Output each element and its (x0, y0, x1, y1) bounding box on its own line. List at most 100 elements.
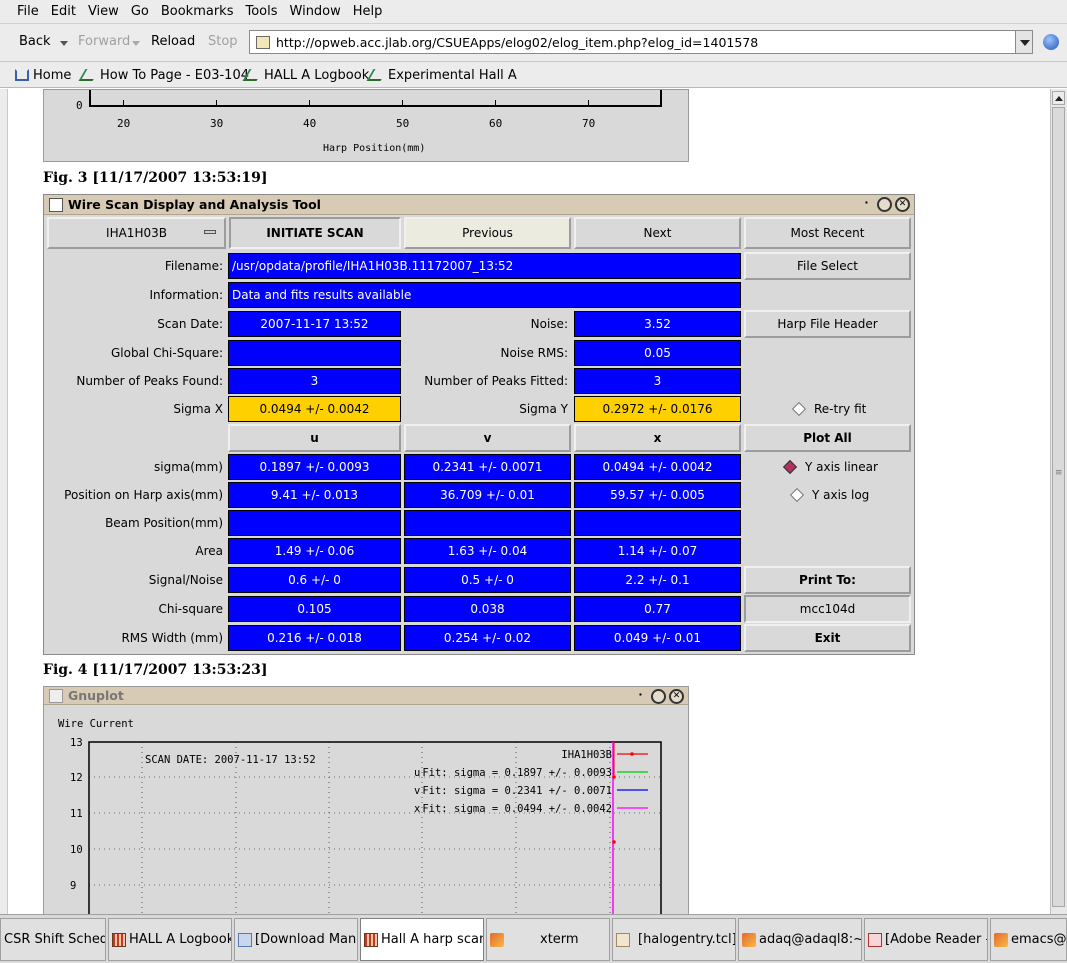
column-x-header[interactable]: x (574, 424, 741, 452)
peaks-found-label: Number of Peaks Found: (76, 374, 223, 388)
menu-go[interactable]: Go (131, 4, 149, 19)
menu-edit[interactable]: Edit (51, 4, 76, 19)
y-axis-linear-radio[interactable]: Y axis linear (781, 454, 911, 480)
window-menu-icon[interactable] (49, 689, 63, 703)
cell-beam-u (228, 510, 401, 536)
option-menu-indicator-icon (204, 230, 216, 234)
menu-tools[interactable]: Tools (245, 4, 277, 19)
cell-sigma-v: 0.2341 +/- 0.0071 (404, 454, 571, 480)
taskbar-item-download-manager[interactable]: [Download Manag (234, 918, 358, 961)
taskbar-item-adaq-terminal[interactable]: adaq@adaql8:~/e (738, 918, 862, 961)
taskbar-label: Hall A harp scans (381, 932, 484, 947)
y-tick-label: 11 (70, 808, 83, 820)
taskbar-label: adaq@adaql8:~/e (759, 932, 861, 947)
minimize-icon[interactable]: · (859, 197, 874, 212)
bookmark-experimental-hall-a[interactable]: Experimental Hall A (366, 68, 517, 83)
window-titlebar[interactable]: Wire Scan Display and Analysis Tool · ✕ (44, 195, 914, 215)
bookmark-home[interactable]: Home (15, 68, 71, 83)
address-bar[interactable]: http://opweb.acc.jlab.org/CSUEApps/elog0… (249, 30, 1017, 54)
taskbar-label: emacs@a (1011, 932, 1067, 947)
taskbar-label: HALL A Logbook (129, 932, 232, 947)
gnuplot-titlebar[interactable]: Gnuplot · ✕ (44, 687, 688, 705)
taskbar-item-adobe-reader[interactable]: [Adobe Reader - ( (864, 918, 988, 961)
scan-date-label: Scan Date: (157, 317, 223, 331)
bookmark-label: How To Page - E03-104 (100, 68, 249, 83)
y-axis-label: Wire Current (58, 718, 134, 730)
taskbar-item-harp-scans[interactable]: Hall A harp scans (360, 918, 484, 961)
menu-file[interactable]: File (17, 4, 39, 19)
sigma-y-label: Sigma Y (519, 402, 568, 416)
cell-chi-x: 0.77 (574, 596, 741, 622)
y-axis-log-radio[interactable]: Y axis log (788, 482, 911, 508)
menu-view[interactable]: View (88, 4, 119, 19)
legend-key-x: x (414, 803, 420, 815)
printer-name-field[interactable]: mcc104d (744, 595, 911, 623)
cell-rms-v: 0.254 +/- 0.02 (404, 625, 571, 651)
pdf-icon (868, 932, 882, 947)
x-tick-label: 70 (582, 117, 596, 130)
x-tick-label: 60 (489, 117, 503, 130)
taskbar: CSR Shift Schedu HALL A Logbook [Downloa… (0, 914, 1067, 963)
most-recent-button[interactable]: Most Recent (744, 217, 911, 249)
back-button[interactable]: Back (19, 34, 51, 49)
cell-rms-x: 0.049 +/- 0.01 (574, 625, 741, 651)
next-button[interactable]: Next (574, 217, 741, 249)
scrollbar-thumb[interactable] (1052, 107, 1065, 907)
taskbar-item-csr-shift[interactable]: CSR Shift Schedu (0, 918, 106, 961)
exit-button[interactable]: Exit (744, 624, 911, 652)
y-axis-linear-label: Y axis linear (805, 460, 878, 474)
menu-bookmarks[interactable]: Bookmarks (161, 4, 234, 19)
close-icon[interactable]: ✕ (895, 197, 910, 212)
url-history-dropdown-icon[interactable] (1015, 30, 1033, 54)
retry-fit-radio[interactable]: Re-try fit (790, 396, 910, 422)
x-tick (216, 100, 217, 105)
back-dropdown-icon[interactable] (60, 41, 68, 46)
bookmark-hall-a-logbook[interactable]: HALL A Logbook (242, 68, 369, 83)
forward-button[interactable]: Forward (78, 34, 130, 49)
y-tick-label: 13 (70, 737, 83, 749)
harp-file-header-button[interactable]: Harp File Header (744, 310, 911, 338)
close-icon[interactable]: ✕ (669, 689, 684, 704)
print-to-button[interactable]: Print To: (744, 566, 911, 594)
reload-button[interactable]: Reload (151, 34, 195, 49)
bookmark-how-to[interactable]: How To Page - E03-104 (78, 68, 249, 83)
minimize-icon[interactable]: · (633, 689, 648, 704)
taskbar-item-halogentry[interactable]: [halogentry.tcl] (612, 918, 736, 961)
row-label-sigma: sigma(mm) (154, 460, 223, 474)
previous-button[interactable]: Previous (404, 217, 571, 249)
url-text[interactable]: http://opweb.acc.jlab.org/CSUEApps/elog0… (276, 35, 758, 50)
stop-button[interactable]: Stop (208, 34, 238, 49)
site-icon (256, 36, 270, 49)
filename-field[interactable]: /usr/opdata/profile/IHA1H03B.11172007_13… (228, 253, 741, 279)
gnuplot-window: Gnuplot · ✕ Wire Current 13 12 11 10 9 S… (43, 686, 689, 916)
cell-position-u: 9.41 +/- 0.013 (228, 482, 401, 508)
taskbar-item-hall-a-logbook[interactable]: HALL A Logbook (108, 918, 232, 961)
terminal-icon (742, 932, 756, 947)
scroll-up-icon[interactable] (1052, 91, 1065, 105)
download-icon (238, 932, 252, 947)
bookmark-label: Home (33, 68, 72, 83)
menu-window[interactable]: Window (290, 4, 341, 19)
x-tick-label: 50 (396, 117, 410, 130)
initiate-scan-button[interactable]: INITIATE SCAN (229, 217, 401, 249)
window-menu-icon[interactable] (49, 198, 63, 212)
taskbar-item-emacs[interactable]: emacs@a (990, 918, 1067, 961)
column-v-header[interactable]: v (404, 424, 571, 452)
cell-area-v: 1.63 +/- 0.04 (404, 538, 571, 564)
file-select-button[interactable]: File Select (744, 252, 911, 280)
column-u-header[interactable]: u (228, 424, 401, 452)
gnuplot-title: Gnuplot (68, 688, 124, 703)
forward-dropdown-icon[interactable] (132, 41, 140, 46)
sigma-y-value: 0.2972 +/- 0.0176 (574, 396, 741, 422)
harp-select-menu[interactable]: IHA1H03B (47, 217, 226, 249)
taskbar-item-xterm[interactable]: xterm (486, 918, 610, 961)
x-axis-label: Harp Position(mm) (323, 143, 426, 154)
plot-all-button[interactable]: Plot All (744, 424, 911, 452)
maximize-icon[interactable] (651, 689, 666, 704)
go-icon[interactable] (1043, 34, 1059, 50)
maximize-icon[interactable] (877, 197, 892, 212)
menu-help[interactable]: Help (353, 4, 383, 19)
x-tick (123, 100, 124, 105)
taskbar-label: [Adobe Reader - ( (885, 932, 988, 947)
fig3-caption: Fig. 3 [11/17/2007 13:53:19] (43, 170, 268, 186)
